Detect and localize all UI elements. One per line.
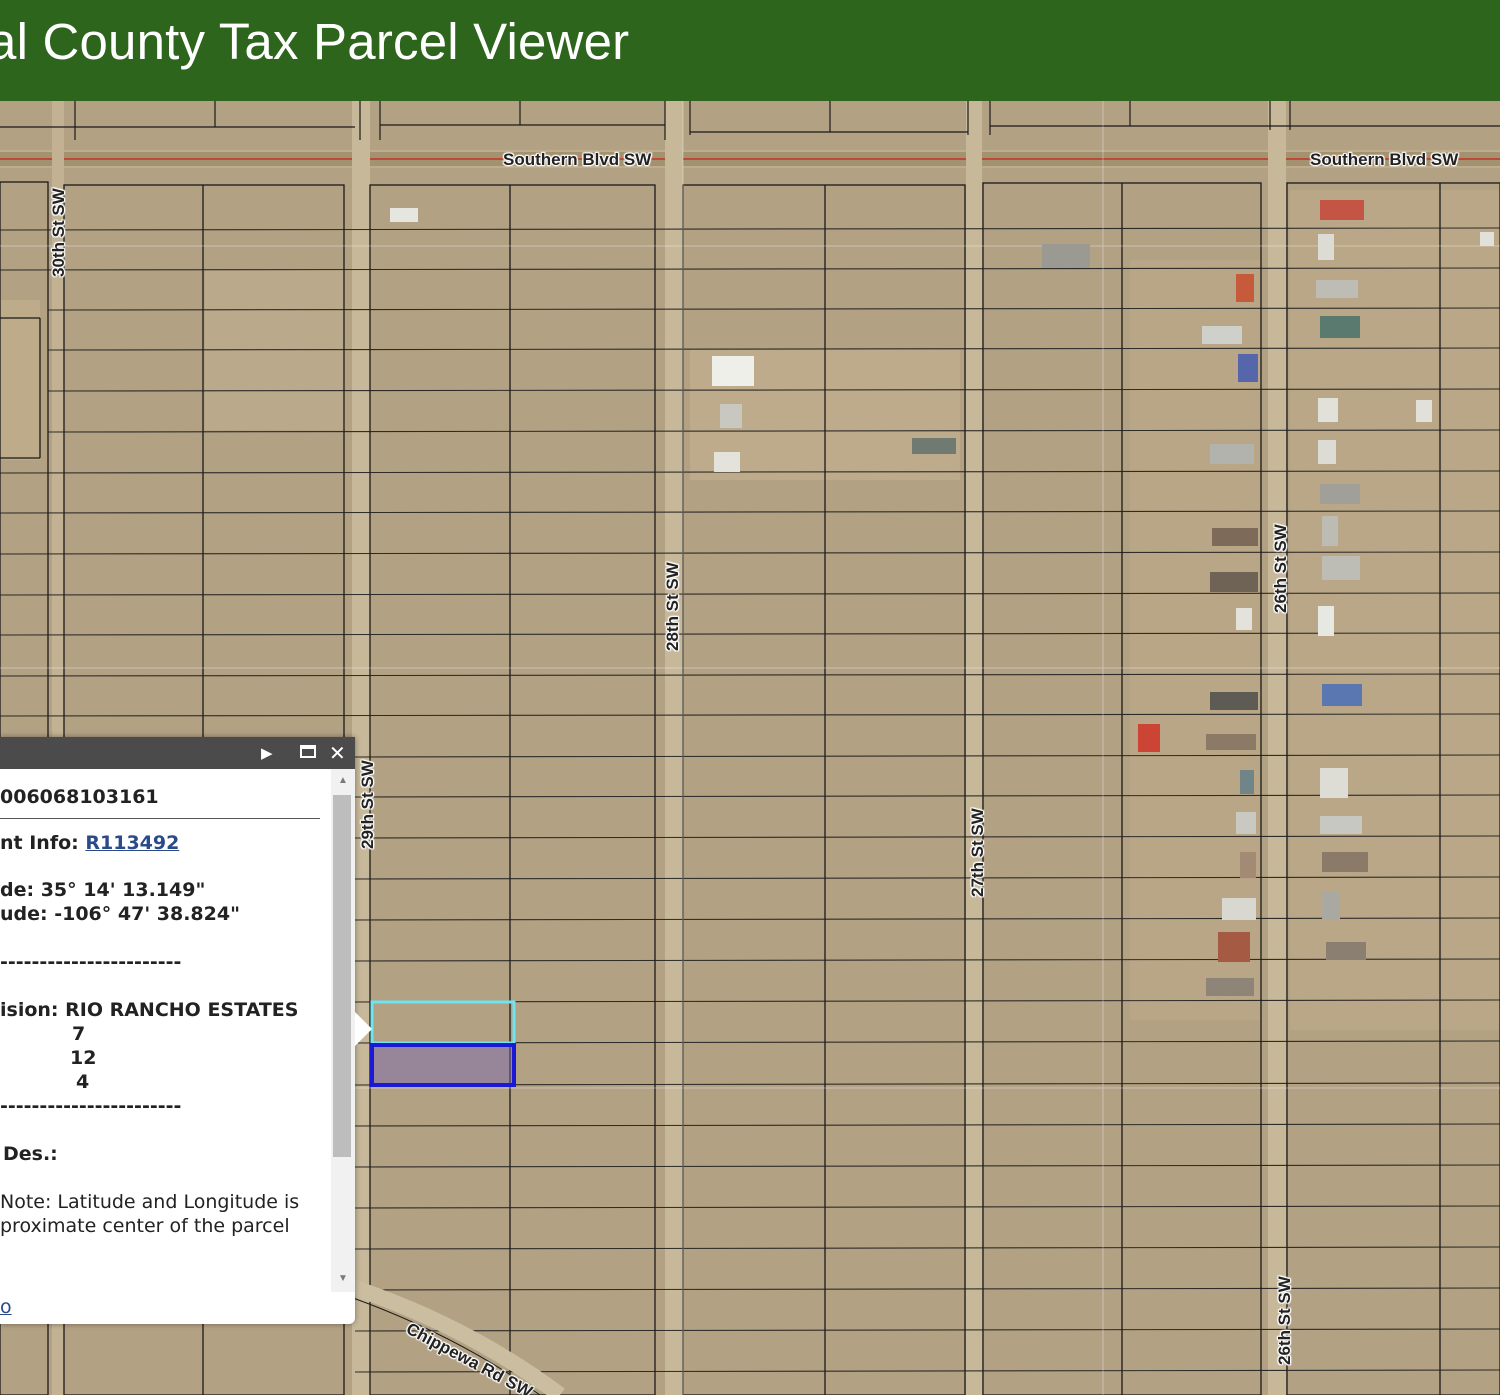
legal-description-label: Des.: — [3, 1143, 58, 1165]
close-button[interactable]: ✕ — [329, 742, 346, 764]
scroll-up-arrow[interactable]: ▲ — [331, 773, 355, 789]
latitude: de: 35° 14' 13.149" — [0, 879, 206, 901]
scroll-down-arrow[interactable]: ▼ — [331, 1271, 355, 1287]
road-label-27th-st: 27th St SW — [968, 808, 987, 897]
parcel-info-popup: ▶ ✕ 006068103161 nt Info: R113492 de: 35… — [0, 737, 355, 1324]
road-label-26th-st: 26th St SW — [1271, 524, 1290, 613]
popup-scrollbar[interactable]: ▲ ▼ — [331, 769, 355, 1292]
separator-1: ----------------------- — [0, 951, 182, 973]
account-info-row: nt Info: R113492 — [0, 832, 179, 854]
note-line-1: Note: Latitude and Longitude is — [0, 1191, 300, 1213]
app-header: al County Tax Parcel Viewer — [0, 0, 1500, 101]
subdivision: ision: RIO RANCHO ESTATES — [0, 999, 299, 1021]
popup-titlebar: ▶ ✕ — [0, 737, 355, 769]
parcel-id: 006068103161 — [0, 786, 159, 808]
separator-2: ----------------------- — [0, 1095, 182, 1117]
block-value: 12 — [70, 1047, 97, 1069]
maximize-button[interactable] — [300, 745, 316, 758]
next-feature-button[interactable]: ▶ — [261, 742, 273, 764]
popup-pointer — [355, 1012, 372, 1046]
lot-value: 4 — [76, 1071, 90, 1093]
road-label-29th-st: 29th St SW — [358, 760, 377, 849]
road-label-southern-blvd: Southern Blvd SW — [1310, 150, 1459, 169]
account-info-label: nt Info: — [0, 832, 79, 854]
app-title: al County Tax Parcel Viewer — [0, 13, 630, 70]
road-label-26th-st: 26th St SW — [1275, 1276, 1294, 1365]
zoom-to-link-text[interactable]: o — [0, 1296, 12, 1318]
road-label-30th-st: 30th St SW — [49, 188, 68, 277]
road-label-southern-blvd: Southern Blvd SW — [503, 150, 652, 169]
zoom-to-link[interactable]: o — [0, 1296, 12, 1318]
scroll-thumb[interactable] — [333, 795, 351, 1157]
unit-value: 7 — [72, 1023, 86, 1045]
note-line-2: proximate center of the parcel — [0, 1215, 290, 1237]
longitude: ude: -106° 47' 38.824" — [0, 903, 240, 925]
account-link[interactable]: R113492 — [85, 832, 179, 854]
title-divider — [0, 818, 320, 819]
popup-content: 006068103161 nt Info: R113492 de: 35° 14… — [0, 769, 330, 1324]
road-label-28th-st: 28th St SW — [663, 562, 682, 651]
